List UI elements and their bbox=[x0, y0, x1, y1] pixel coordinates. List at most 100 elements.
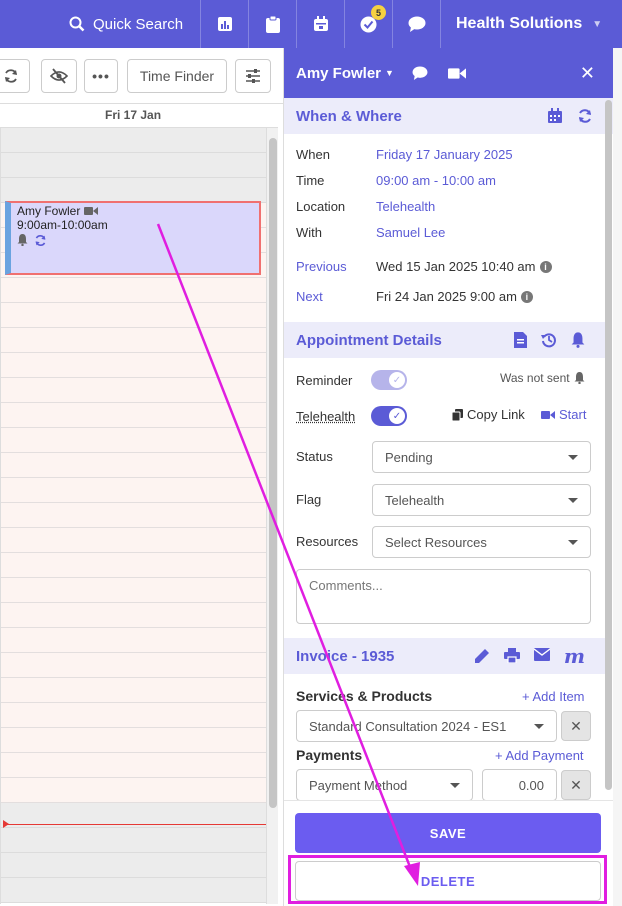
next-link[interactable]: Next bbox=[296, 289, 376, 304]
time-slot[interactable] bbox=[1, 478, 266, 503]
time-slot[interactable] bbox=[1, 628, 266, 653]
previous-link[interactable]: Previous bbox=[296, 259, 376, 274]
refresh-button[interactable] bbox=[0, 59, 30, 93]
flag-value: Telehealth bbox=[385, 492, 445, 508]
panel-scrollbar[interactable] bbox=[605, 100, 613, 800]
more-options-button[interactable]: ••• bbox=[84, 59, 118, 93]
document-icon[interactable] bbox=[514, 332, 527, 348]
with-value[interactable]: Samuel Lee bbox=[376, 225, 445, 240]
resources-select[interactable]: Select Resources bbox=[372, 526, 591, 558]
chat-icon[interactable] bbox=[412, 66, 428, 80]
location-value[interactable]: Telehealth bbox=[376, 199, 435, 214]
time-slot[interactable] bbox=[1, 853, 266, 878]
video-camera-icon[interactable] bbox=[447, 67, 466, 80]
add-item-link[interactable]: + Add Item bbox=[522, 689, 585, 704]
reminder-toggle[interactable]: ✓ bbox=[371, 370, 407, 390]
panel-scrollbar-thumb[interactable] bbox=[605, 100, 612, 790]
start-video-button[interactable]: Start bbox=[541, 407, 586, 422]
filter-button[interactable] bbox=[235, 59, 271, 93]
remove-payment-button[interactable]: ✕ bbox=[561, 770, 591, 800]
save-button[interactable]: SAVE bbox=[295, 813, 601, 853]
time-slot[interactable] bbox=[1, 553, 266, 578]
time-slot[interactable] bbox=[1, 128, 266, 153]
time-slot[interactable] bbox=[1, 453, 266, 478]
time-finder-button[interactable]: Time Finder bbox=[127, 59, 227, 93]
time-slot[interactable] bbox=[1, 728, 266, 753]
service-value: Standard Consultation 2024 - ES1 bbox=[309, 718, 507, 734]
telehealth-row: Telehealth ✓ bbox=[296, 406, 407, 426]
time-slot[interactable] bbox=[1, 703, 266, 728]
time-slot[interactable] bbox=[1, 303, 266, 328]
m-logo-icon[interactable]: m bbox=[564, 646, 585, 666]
when-where-title: When & Where bbox=[296, 107, 402, 125]
calendar-icon bbox=[313, 16, 328, 31]
time-slot[interactable] bbox=[1, 278, 266, 303]
quick-search-button[interactable]: Quick Search bbox=[55, 0, 200, 48]
patient-name-dropdown[interactable]: Amy Fowler bbox=[296, 65, 381, 82]
pencil-icon[interactable] bbox=[474, 648, 490, 664]
time-slot[interactable] bbox=[1, 403, 266, 428]
service-select[interactable]: Standard Consultation 2024 - ES1 bbox=[296, 710, 557, 742]
payment-amount-input[interactable]: 0.00 bbox=[482, 769, 557, 801]
reports-button[interactable] bbox=[200, 0, 248, 48]
comments-textarea[interactable]: Comments... bbox=[296, 569, 591, 624]
time-slot[interactable] bbox=[1, 328, 266, 353]
payment-method-select[interactable]: Payment Method bbox=[296, 769, 473, 801]
time-slot[interactable] bbox=[1, 678, 266, 703]
comments-placeholder: Comments... bbox=[309, 578, 383, 593]
caret-down-icon bbox=[450, 782, 460, 788]
messages-button[interactable] bbox=[392, 0, 440, 48]
printer-icon[interactable] bbox=[503, 648, 520, 663]
time-slot[interactable] bbox=[1, 878, 266, 903]
flag-select[interactable]: Telehealth bbox=[372, 484, 591, 516]
hide-toggle-button[interactable] bbox=[41, 59, 77, 93]
previous-value: Wed 15 Jan 2025 10:40 am bbox=[376, 259, 536, 274]
calendar-icon[interactable] bbox=[547, 108, 563, 124]
time-slot[interactable] bbox=[1, 578, 266, 603]
refresh-icon[interactable] bbox=[577, 108, 593, 124]
remove-service-button[interactable]: ✕ bbox=[561, 711, 591, 741]
calendar-scrollbar-thumb[interactable] bbox=[269, 138, 277, 808]
time-slot[interactable] bbox=[1, 528, 266, 553]
envelope-icon[interactable] bbox=[533, 648, 550, 661]
organization-switcher[interactable]: Health Solutions ▼ bbox=[440, 0, 622, 48]
time-slot[interactable] bbox=[1, 828, 266, 853]
when-row: When Friday 17 January 2025 bbox=[296, 147, 513, 162]
appointment-patient-name: Amy Fowler bbox=[17, 204, 81, 218]
reminder-status-text: Was not sent bbox=[500, 371, 570, 385]
previous-row: Previous Wed 15 Jan 2025 10:40 am i bbox=[296, 259, 552, 274]
bell-icon[interactable] bbox=[571, 332, 585, 348]
notifications-button[interactable]: 5 bbox=[344, 0, 392, 48]
time-slot[interactable] bbox=[1, 353, 266, 378]
add-payment-link[interactable]: + Add Payment bbox=[495, 748, 584, 763]
when-value[interactable]: Friday 17 January 2025 bbox=[376, 147, 513, 162]
appointment-block[interactable]: Amy Fowler 9:00am-10:00am bbox=[5, 201, 261, 275]
time-slot[interactable] bbox=[1, 153, 266, 178]
time-slot[interactable] bbox=[1, 378, 266, 403]
time-slot[interactable] bbox=[1, 178, 266, 203]
info-icon[interactable]: i bbox=[539, 260, 552, 273]
video-camera-icon bbox=[541, 410, 555, 419]
calendar-button[interactable] bbox=[296, 0, 344, 48]
chart-icon bbox=[217, 17, 232, 31]
clipboard-icon bbox=[265, 15, 280, 33]
flag-label: Flag bbox=[296, 492, 322, 507]
time-slot[interactable] bbox=[1, 753, 266, 778]
telehealth-toggle[interactable]: ✓ bbox=[371, 406, 407, 426]
copy-link-button[interactable]: Copy Link bbox=[452, 407, 525, 422]
history-icon[interactable] bbox=[541, 332, 557, 348]
time-slot[interactable] bbox=[1, 778, 266, 803]
status-select[interactable]: Pending bbox=[372, 441, 591, 473]
info-icon[interactable]: i bbox=[520, 290, 533, 303]
time-slot[interactable] bbox=[1, 503, 266, 528]
tasks-button[interactable] bbox=[248, 0, 296, 48]
calendar-scrollbar[interactable] bbox=[266, 128, 278, 904]
page-scrollbar[interactable] bbox=[613, 48, 622, 906]
close-icon[interactable]: ✕ bbox=[580, 63, 595, 84]
reminder-row: Reminder ✓ bbox=[296, 370, 407, 390]
time-slot[interactable] bbox=[1, 653, 266, 678]
time-slot[interactable] bbox=[1, 603, 266, 628]
caret-down-icon[interactable]: ▼ bbox=[385, 68, 394, 78]
time-value[interactable]: 09:00 am - 10:00 am bbox=[376, 173, 496, 188]
time-slot[interactable] bbox=[1, 428, 266, 453]
